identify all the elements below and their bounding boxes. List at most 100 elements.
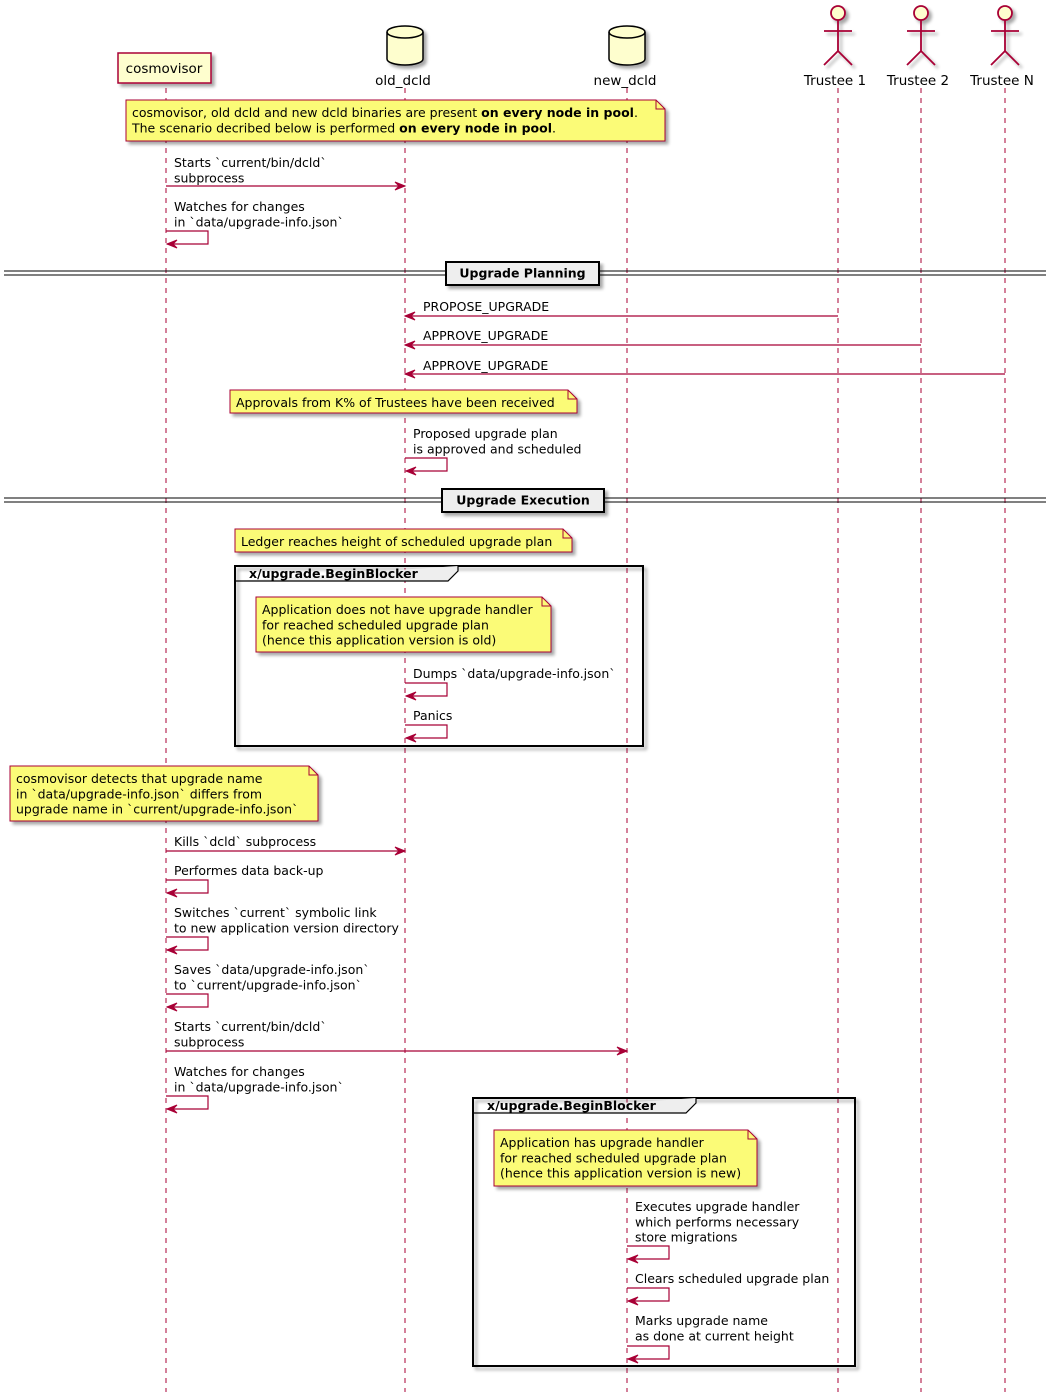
note-segment: . <box>552 120 556 135</box>
actor-icon <box>906 5 936 66</box>
message-label: subprocess <box>174 1034 244 1049</box>
message-label: is approved and scheduled <box>413 441 581 456</box>
message-label: Kills `dcld` subprocess <box>174 834 316 849</box>
message: Kills `dcld` subprocess <box>166 834 407 856</box>
message: Starts `current/bin/dcld`subprocess <box>166 155 407 191</box>
message-label: store migrations <box>635 1230 737 1245</box>
message: PROPOSE_UPGRADE <box>403 299 838 321</box>
message-label: Executes upgrade handler <box>635 1199 800 1214</box>
note-text: in `data/upgrade-info.json` differs from <box>16 786 262 801</box>
message-label: Marks upgrade name <box>635 1313 768 1328</box>
message: Switches `current` symbolic linkto new a… <box>165 905 400 955</box>
message-label: APPROVE_UPGRADE <box>423 358 548 373</box>
note: Application does not have upgrade handle… <box>255 596 552 653</box>
note-text: for reached scheduled upgrade plan <box>262 617 489 632</box>
participant-label: cosmovisor <box>126 61 203 77</box>
message-label: Proposed upgrade plan <box>413 426 558 441</box>
note-text: Application has upgrade handler <box>500 1135 705 1150</box>
message: Dumps `data/upgrade-info.json` <box>404 666 616 701</box>
message-label: subprocess <box>174 170 244 185</box>
message-label: APPROVE_UPGRADE <box>423 328 548 343</box>
message-label: to new application version directory <box>174 920 400 935</box>
message-label: Switches `current` symbolic link <box>174 905 377 920</box>
note-segment: in `data/upgrade-info.json` differs from <box>16 786 262 801</box>
note-segment: upgrade name in `current/upgrade-info.js… <box>16 802 298 817</box>
message-label: Saves `data/upgrade-info.json` <box>174 962 370 977</box>
section-divider: Upgrade Planning <box>4 261 1046 286</box>
participant-label: Trustee 1 <box>803 73 866 89</box>
participant-label: Trustee 2 <box>886 73 949 89</box>
participant-participant: cosmovisor <box>117 52 212 84</box>
note-segment: for reached scheduled upgrade plan <box>262 617 489 632</box>
participant-label: new_dcld <box>594 73 657 89</box>
message-label: PROPOSE_UPGRADE <box>423 299 549 314</box>
message: Proposed upgrade planis approved and sch… <box>404 426 581 476</box>
note-text: upgrade name in `current/upgrade-info.js… <box>16 802 298 817</box>
note: cosmovisor, old dcld and new dcld binari… <box>125 99 666 142</box>
message: Marks upgrade nameas done at current hei… <box>626 1313 794 1364</box>
message: Panics <box>404 708 452 743</box>
message-label: Clears scheduled upgrade plan <box>635 1271 829 1286</box>
note-segment: . <box>634 105 638 120</box>
message-label: to `current/upgrade-info.json` <box>174 977 362 992</box>
participant-actor: Trustee N <box>969 5 1034 89</box>
message-label: which performs necessary <box>635 1214 800 1229</box>
message-label: in `data/upgrade-info.json` <box>174 1079 344 1094</box>
note-text: cosmovisor detects that upgrade name <box>16 771 263 786</box>
message-label: Performes data back-up <box>174 863 324 878</box>
participant-actor: Trustee 2 <box>886 5 949 89</box>
participant-database: new_dcld <box>594 25 657 89</box>
note-segment: for reached scheduled upgrade plan <box>500 1150 727 1165</box>
note-segment: Approvals from K% of Trustees have been … <box>236 395 555 410</box>
section-divider: Upgrade Execution <box>4 488 1046 513</box>
note-segment: cosmovisor detects that upgrade name <box>16 771 263 786</box>
note-text: (hence this application version is old) <box>262 633 496 648</box>
message: Executes upgrade handlerwhich performs n… <box>626 1199 800 1264</box>
message: Starts `current/bin/dcld`subprocess <box>166 1019 629 1056</box>
message: Clears scheduled upgrade plan <box>626 1271 829 1306</box>
message: Watches for changesin `data/upgrade-info… <box>165 1064 344 1114</box>
note: Application has upgrade handlerfor reach… <box>493 1129 758 1187</box>
database-icon <box>608 25 646 66</box>
participant-label: old_dcld <box>375 73 431 89</box>
message-label: Dumps `data/upgrade-info.json` <box>413 666 616 681</box>
divider-label: Upgrade Execution <box>456 493 590 508</box>
message: Saves `data/upgrade-info.json`to `curren… <box>165 962 370 1012</box>
participant-label: Trustee N <box>969 73 1034 89</box>
message: Performes data back-up <box>165 863 324 898</box>
note-text: Ledger reaches height of scheduled upgra… <box>241 534 552 549</box>
message-label: Starts `current/bin/dcld` <box>174 155 327 170</box>
note-segment: cosmovisor, old dcld and new dcld binari… <box>132 105 481 120</box>
sequence-diagram: cosmovisor old_dcld new_dcld Trustee 1 Trust… <box>4 5 1046 1392</box>
message: APPROVE_UPGRADE <box>403 328 921 350</box>
group-label: x/upgrade.BeginBlocker <box>487 1098 657 1113</box>
actor-icon <box>823 5 853 66</box>
message-label: as done at current height <box>635 1328 794 1343</box>
note-text: for reached scheduled upgrade plan <box>500 1150 727 1165</box>
note-text: Approvals from K% of Trustees have been … <box>236 395 555 410</box>
note: Ledger reaches height of scheduled upgra… <box>234 528 573 553</box>
note-segment: Application does not have upgrade handle… <box>262 602 533 617</box>
note-emphasis: on every node in pool <box>481 105 634 120</box>
note-segment: (hence this application version is new) <box>500 1166 741 1181</box>
note-segment: The scenario decribed below is performed <box>131 120 399 135</box>
participant-database: old_dcld <box>375 25 431 89</box>
note: cosmovisor detects that upgrade namein `… <box>9 765 319 822</box>
note-text: (hence this application version is new) <box>500 1166 741 1181</box>
note-text: cosmovisor, old dcld and new dcld binari… <box>132 105 638 120</box>
note-text: The scenario decribed below is performed… <box>131 120 556 135</box>
note: Approvals from K% of Trustees have been … <box>229 389 578 414</box>
note-segment: Ledger reaches height of scheduled upgra… <box>241 534 552 549</box>
group-label: x/upgrade.BeginBlocker <box>249 566 419 581</box>
message: Watches for changesin `data/upgrade-info… <box>165 199 344 249</box>
message-label: Starts `current/bin/dcld` <box>174 1019 327 1034</box>
note-emphasis: on every node in pool <box>399 120 552 135</box>
message: APPROVE_UPGRADE <box>403 358 1005 379</box>
divider-label: Upgrade Planning <box>459 266 585 281</box>
note-segment: (hence this application version is old) <box>262 633 496 648</box>
message-label: Watches for changes <box>174 1064 305 1079</box>
message-label: in `data/upgrade-info.json` <box>174 214 344 229</box>
note-segment: Application has upgrade handler <box>500 1135 705 1150</box>
actor-icon <box>990 5 1020 66</box>
participant-actor: Trustee 1 <box>803 5 866 89</box>
